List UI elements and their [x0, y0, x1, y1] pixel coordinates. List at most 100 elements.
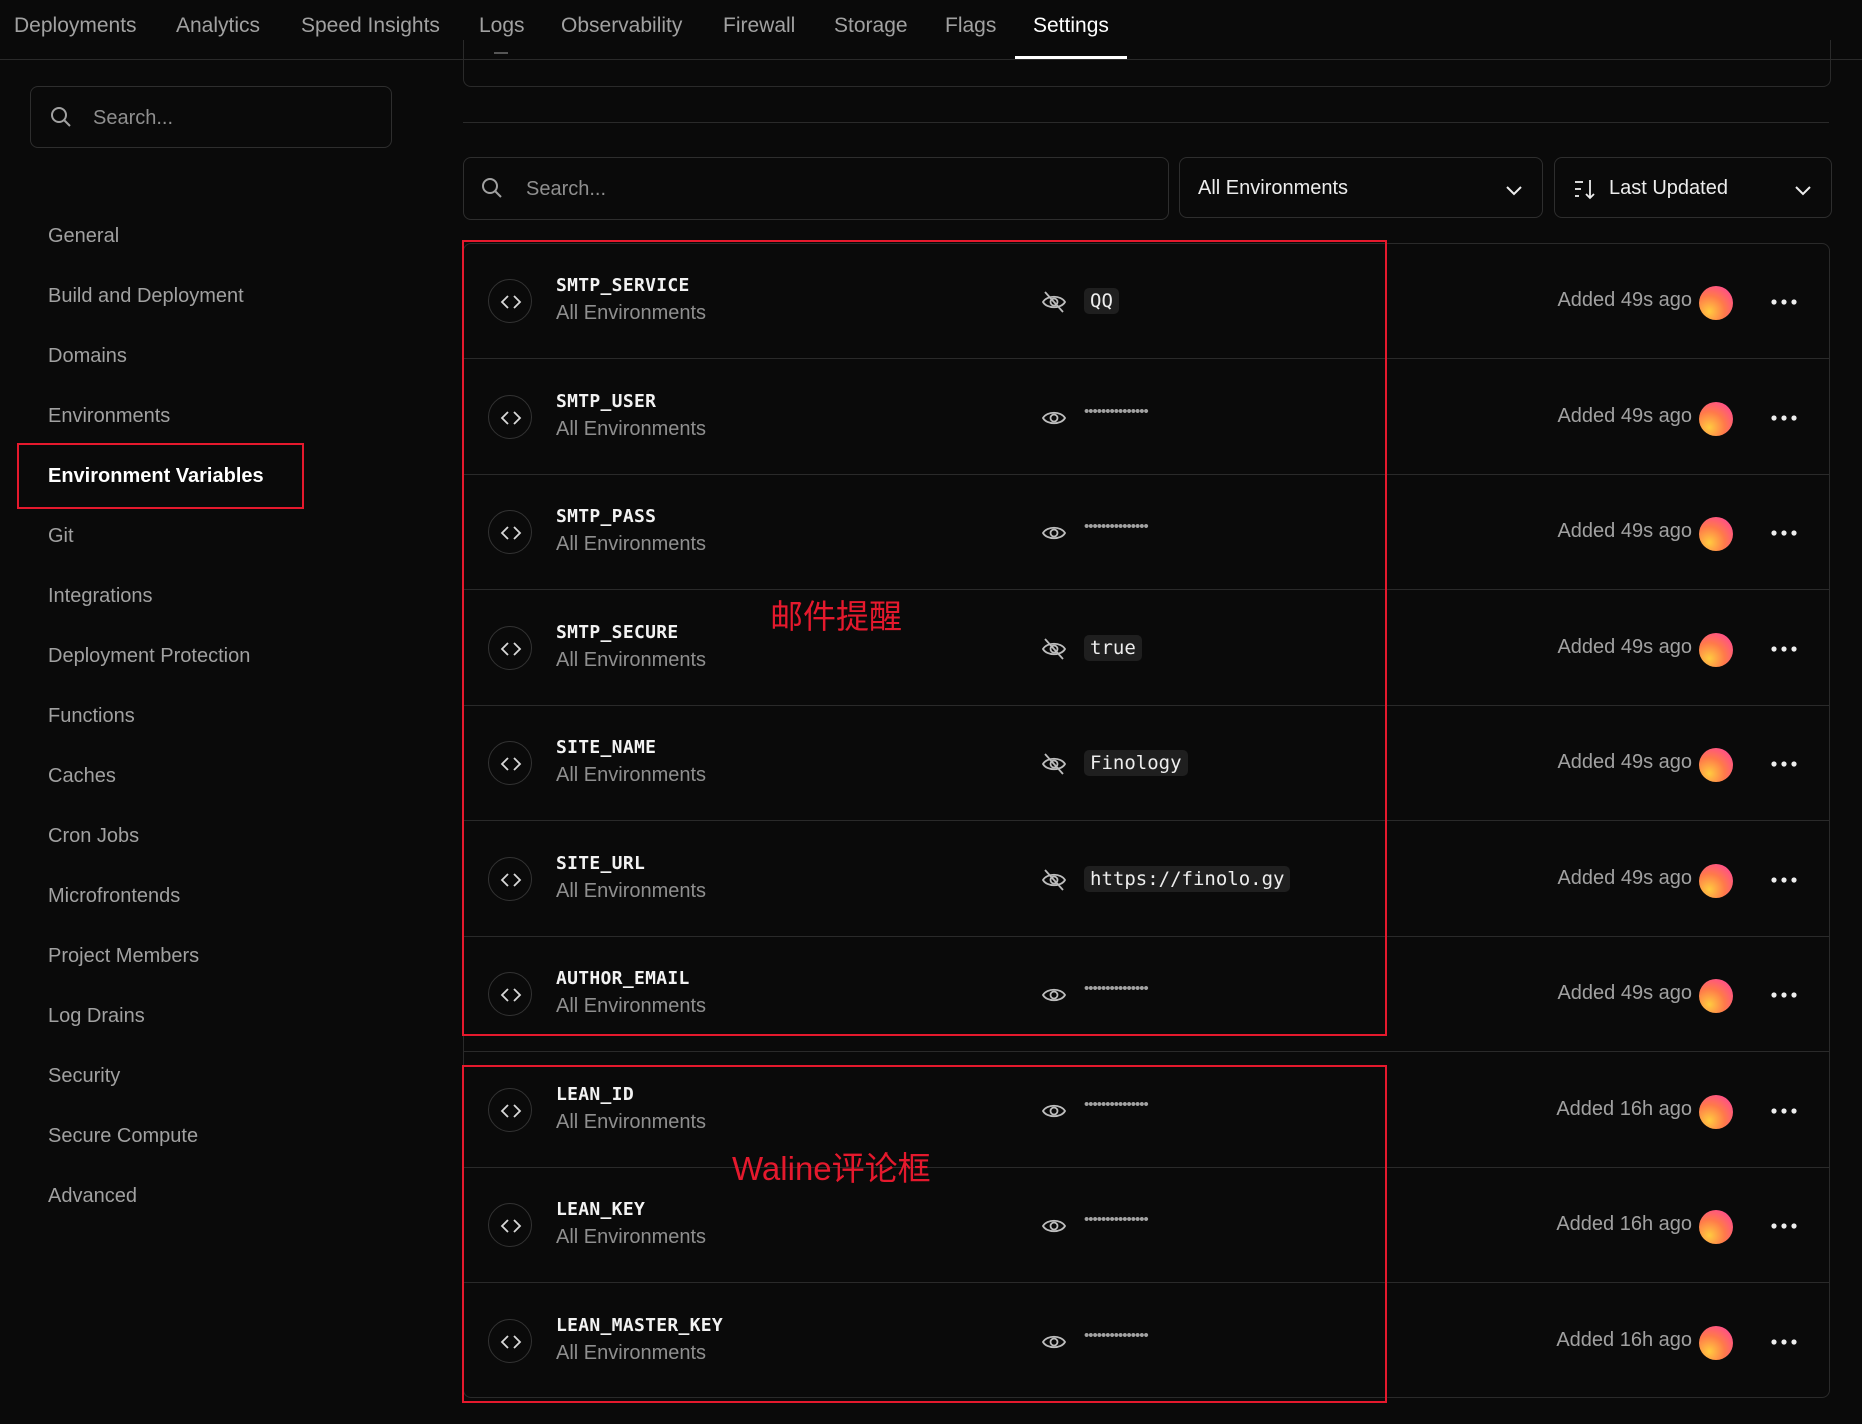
sidebar-item-integrations[interactable]: Integrations	[48, 585, 153, 608]
env-var-key: SMTP_SECURE	[556, 621, 679, 643]
env-var-value: https://finolo.gy	[1084, 865, 1291, 892]
env-var-added-time: Added 49s ago	[1557, 635, 1692, 658]
eye-off-icon[interactable]	[1041, 289, 1067, 320]
more-icon[interactable]	[1767, 1212, 1801, 1240]
chevron-down-icon	[1795, 186, 1811, 196]
env-var-value-hidden: •••••••••••••••	[1084, 402, 1149, 420]
env-var-added-time: Added 49s ago	[1557, 751, 1692, 773]
avatar	[1699, 863, 1733, 898]
search-icon	[51, 107, 71, 127]
env-var-row[interactable]: SMTP_USER All Environments •••••••••••••••…	[464, 360, 1829, 475]
env-var-list: SMTP_SERVICE All Environments QQ Added 49s …	[463, 243, 1830, 1398]
code-icon	[488, 1203, 532, 1247]
env-var-added-time: Added 16h ago	[1556, 1097, 1692, 1120]
avatar	[1699, 286, 1733, 320]
env-var-row[interactable]: SITE_NAME All Environments Finology Added 4…	[464, 706, 1829, 821]
env-var-environment: All Environments	[556, 995, 707, 1017]
code-icon	[488, 394, 532, 439]
avatar	[1699, 748, 1733, 782]
env-var-row[interactable]: SMTP_PASS All Environments •••••••••••••••…	[464, 475, 1829, 590]
more-icon[interactable]	[1767, 981, 1801, 1009]
more-icon[interactable]	[1767, 404, 1801, 432]
eye-icon[interactable]	[1041, 405, 1067, 436]
env-var-key: SMTP_USER	[556, 390, 657, 412]
more-icon[interactable]	[1767, 288, 1801, 316]
sidebar-item-cron-jobs[interactable]: Cron Jobs	[48, 825, 139, 848]
env-var-environment: All Environments	[556, 1341, 707, 1364]
sidebar-item-project-members[interactable]: Project Members	[48, 945, 199, 968]
env-var-row[interactable]: LEAN_ID All Environments ••••••••••••••• Ad…	[464, 1053, 1829, 1168]
env-var-added-time: Added 49s ago	[1557, 520, 1692, 542]
env-var-added-time: Added 16h ago	[1556, 1213, 1692, 1235]
sidebar-item-general[interactable]: General	[48, 225, 119, 248]
sidebar-search[interactable]	[30, 86, 392, 149]
more-icon[interactable]	[1767, 1097, 1801, 1125]
eye-icon[interactable]	[1041, 1329, 1067, 1360]
env-var-environment: All Environments	[556, 533, 707, 555]
sidebar-item-log-drains[interactable]: Log Drains	[48, 1005, 145, 1028]
env-var-environment: All Environments	[556, 879, 707, 902]
sort-select-value: Last Updated	[1609, 177, 1728, 199]
eye-icon[interactable]	[1041, 982, 1067, 1013]
more-icon[interactable]	[1767, 635, 1801, 663]
sidebar-item-functions[interactable]: Functions	[48, 705, 135, 728]
more-icon[interactable]	[1767, 750, 1801, 778]
avatar	[1699, 979, 1733, 1013]
sidebar-search-input[interactable]	[91, 87, 347, 149]
code-icon	[488, 856, 532, 901]
env-var-environment: All Environments	[556, 648, 707, 671]
eye-off-icon[interactable]	[1041, 636, 1067, 667]
sidebar-highlight-box	[17, 443, 304, 509]
env-var-row[interactable]: SMTP_SECURE All Environments true Added 49s…	[464, 591, 1829, 706]
more-icon[interactable]	[1767, 519, 1801, 547]
avatar	[1699, 1325, 1733, 1360]
tab-analytics[interactable]: Analytics	[176, 0, 260, 59]
environment-select[interactable]: All Environments	[1179, 157, 1543, 218]
avatar	[1699, 1210, 1733, 1244]
env-search[interactable]	[463, 157, 1169, 221]
env-var-value: Finology	[1084, 750, 1188, 776]
tab-deployments[interactable]: Deployments	[14, 0, 137, 59]
sidebar-item-advanced[interactable]: Advanced	[48, 1185, 137, 1208]
env-var-added-time: Added 49s ago	[1557, 982, 1692, 1004]
sidebar-item-git[interactable]: Git	[48, 525, 74, 548]
sidebar-item-environments[interactable]: Environments	[48, 405, 170, 428]
env-var-key: SITE_NAME	[556, 737, 657, 758]
sidebar-item-caches[interactable]: Caches	[48, 765, 116, 788]
sidebar-item-deployment-protection[interactable]: Deployment Protection	[48, 645, 250, 668]
eye-off-icon[interactable]	[1041, 751, 1067, 782]
sidebar-item-microfrontends[interactable]: Microfrontends	[48, 885, 180, 908]
env-var-value-hidden: •••••••••••••••	[1084, 1095, 1149, 1113]
env-var-row[interactable]: LEAN_KEY All Environments ••••••••••••••• A…	[464, 1168, 1829, 1283]
sidebar-item-domains[interactable]: Domains	[48, 345, 127, 368]
sort-select[interactable]: Last Updated	[1554, 157, 1832, 218]
environment-select-value: All Environments	[1198, 177, 1349, 199]
env-var-added-time: Added 49s ago	[1557, 866, 1692, 889]
env-var-environment: All Environments	[556, 1110, 707, 1133]
env-var-added-time: Added 49s ago	[1557, 289, 1692, 311]
env-search-input[interactable]	[524, 158, 1021, 221]
env-var-key: LEAN_ID	[556, 1083, 634, 1105]
env-var-key: AUTHOR_EMAIL	[556, 968, 690, 989]
tab-speed-insights[interactable]: Speed Insights	[301, 0, 440, 59]
more-icon[interactable]	[1767, 1328, 1801, 1356]
sidebar-item-secure-compute[interactable]: Secure Compute	[48, 1125, 198, 1148]
previous-card	[463, 40, 1831, 87]
code-icon	[488, 625, 532, 670]
eye-icon[interactable]	[1041, 1213, 1067, 1244]
eye-icon[interactable]	[1041, 1098, 1067, 1129]
env-var-environment: All Environments	[556, 302, 707, 324]
eye-icon[interactable]	[1041, 520, 1067, 551]
more-icon[interactable]	[1767, 866, 1801, 894]
env-var-key: SITE_URL	[556, 852, 646, 874]
sidebar-item-security[interactable]: Security	[48, 1065, 120, 1088]
env-var-row[interactable]: AUTHOR_EMAIL All Environments ••••••••••••…	[464, 937, 1829, 1052]
sidebar-item-build-and-deployment[interactable]: Build and Deployment	[48, 285, 244, 308]
env-var-row[interactable]: SITE_URL All Environments https://finolo.g…	[464, 822, 1829, 937]
env-var-value: QQ	[1084, 288, 1119, 314]
env-var-environment: All Environments	[556, 764, 707, 786]
env-var-row[interactable]: LEAN_MASTER_KEY All Environments •••••••••…	[464, 1284, 1829, 1398]
eye-off-icon[interactable]	[1041, 867, 1067, 898]
avatar	[1699, 1094, 1733, 1129]
env-var-row[interactable]: SMTP_SERVICE All Environments QQ Added 49s …	[464, 244, 1829, 359]
